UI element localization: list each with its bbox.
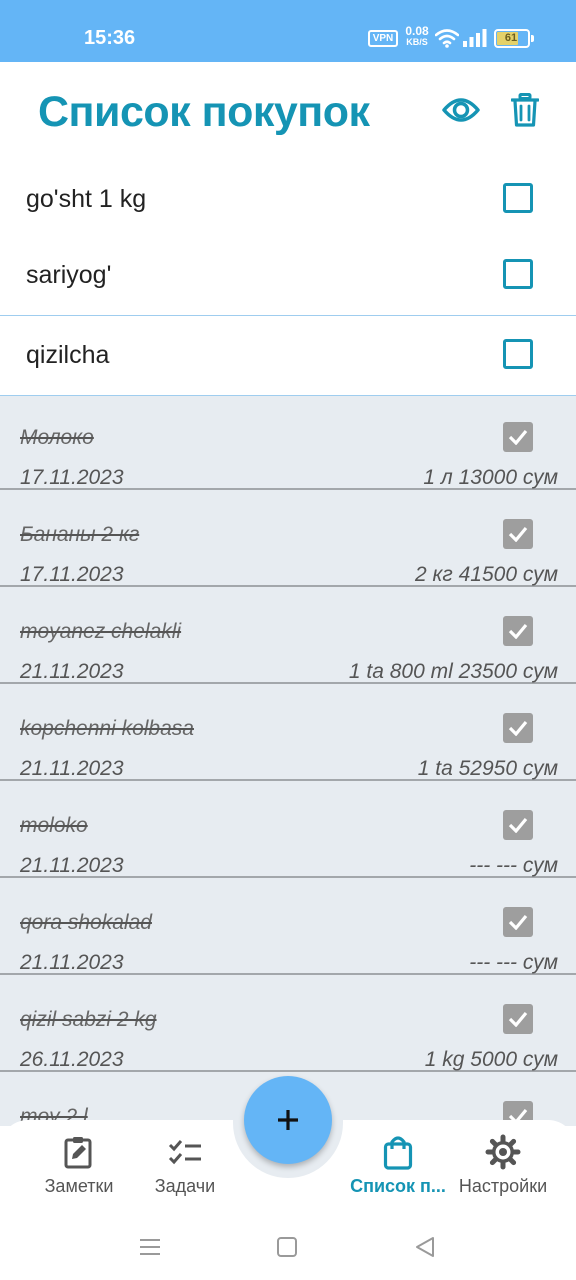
item-date: 21.11.2023 xyxy=(20,951,124,974)
checked-checkbox[interactable] xyxy=(503,422,533,452)
vpn-badge: VPN xyxy=(368,30,398,47)
delete-button[interactable] xyxy=(501,86,549,134)
item-price: 1 ta 800 ml 23500 сум xyxy=(348,660,558,683)
network-speed-value: 0.08 xyxy=(405,24,429,38)
plus-icon xyxy=(278,1110,298,1130)
item-price: --- --- сум xyxy=(469,854,558,877)
status-time: 15:36 xyxy=(84,27,136,49)
item-name: qizilcha xyxy=(26,341,110,369)
item-name: sariyog' xyxy=(26,261,112,289)
nav-settings[interactable]: Настройки xyxy=(443,1134,563,1198)
checklist-icon xyxy=(168,1140,201,1165)
show-hide-button[interactable] xyxy=(437,86,485,134)
item-price: 1 л 13000 сум xyxy=(423,466,558,489)
item-name: Бананы 2 кг xyxy=(20,523,140,546)
check-icon xyxy=(508,1011,528,1027)
network-speed: 0.08 KB/S xyxy=(402,24,432,48)
item-name: Молоко xyxy=(20,426,94,449)
check-icon xyxy=(508,623,528,639)
checked-checkbox[interactable] xyxy=(503,616,533,646)
item-name: moyanez chelakli xyxy=(20,620,182,643)
item-name: qizil sabzi 2 kg xyxy=(20,1008,157,1031)
signal-icon xyxy=(462,28,488,53)
check-icon xyxy=(508,914,528,930)
gear-icon xyxy=(485,1134,521,1170)
system-navigation-bar xyxy=(0,1212,576,1280)
check-icon xyxy=(508,526,528,542)
app-header: Список покупок xyxy=(0,62,576,160)
nav-label: Настройки xyxy=(458,1176,548,1196)
item-price: 1 kg 5000 сум xyxy=(424,1048,558,1071)
menu-icon xyxy=(140,1239,160,1255)
checked-checkbox[interactable] xyxy=(503,810,533,840)
item-price: 1 ta 52950 сум xyxy=(417,757,558,780)
item-price: --- --- сум xyxy=(469,951,558,974)
item-date: 17.11.2023 xyxy=(20,466,124,489)
purchased-item[interactable]: moloko 21.11.2023 --- --- сум xyxy=(0,784,576,878)
nav-label: Заметки xyxy=(44,1176,114,1196)
list-item[interactable]: go'sht 1 kg xyxy=(0,160,576,240)
add-item-button[interactable] xyxy=(244,1076,332,1164)
home-button[interactable] xyxy=(272,1232,302,1262)
nav-label: Задачи xyxy=(154,1176,216,1196)
nav-tasks[interactable]: Задачи xyxy=(125,1134,245,1198)
note-edit-icon xyxy=(64,1137,92,1169)
trash-icon xyxy=(511,93,539,127)
back-triangle-icon xyxy=(416,1237,434,1257)
shopping-bag-icon xyxy=(383,1136,413,1170)
item-date: 21.11.2023 xyxy=(20,854,124,877)
back-button[interactable] xyxy=(410,1232,440,1262)
check-icon xyxy=(508,817,528,833)
purchased-item[interactable]: Молоко 17.11.2023 1 л 13000 сум xyxy=(0,396,576,490)
item-name: kopchenni kolbasa xyxy=(20,717,194,740)
item-checkbox[interactable] xyxy=(503,339,533,369)
list-item[interactable]: sariyog' xyxy=(0,236,576,316)
checked-checkbox[interactable] xyxy=(503,1004,533,1034)
checked-checkbox[interactable] xyxy=(503,519,533,549)
item-price: 2 кг 41500 сум xyxy=(414,563,558,586)
item-date: 17.11.2023 xyxy=(20,563,124,586)
battery-icon: 61 xyxy=(494,29,534,48)
item-date: 26.11.2023 xyxy=(20,1048,124,1071)
checked-checkbox[interactable] xyxy=(503,907,533,937)
nav-shopping-list[interactable]: Список п... xyxy=(338,1134,458,1198)
page-title: Список покупок xyxy=(38,88,370,136)
check-icon xyxy=(508,720,528,736)
nav-label: Список п... xyxy=(350,1176,446,1196)
item-checkbox[interactable] xyxy=(503,259,533,289)
nav-notes[interactable]: Заметки xyxy=(19,1134,139,1198)
purchased-item[interactable]: moyanez chelakli 21.11.2023 1 ta 800 ml … xyxy=(0,590,576,684)
status-bar: 15:36 VPN 0.08 KB/S 61 xyxy=(0,0,576,62)
purchased-item[interactable]: qora shokalad 21.11.2023 --- --- сум xyxy=(0,881,576,975)
item-name: go'sht 1 kg xyxy=(26,185,147,213)
purchased-item[interactable]: qizil sabzi 2 kg 26.11.2023 1 kg 5000 су… xyxy=(0,978,576,1072)
item-name: qora shokalad xyxy=(20,911,152,934)
eye-icon xyxy=(442,98,480,122)
item-date: 21.11.2023 xyxy=(20,660,124,683)
purchased-item[interactable]: kopchenni kolbasa 21.11.2023 1 ta 52950 … xyxy=(0,687,576,781)
wifi-icon xyxy=(434,28,460,53)
check-icon xyxy=(508,429,528,445)
checked-checkbox[interactable] xyxy=(503,713,533,743)
home-square-icon xyxy=(277,1237,297,1257)
item-checkbox[interactable] xyxy=(503,183,533,213)
recents-button[interactable] xyxy=(135,1232,165,1262)
item-date: 21.11.2023 xyxy=(20,757,124,780)
network-speed-unit: KB/S xyxy=(406,37,428,47)
purchased-list[interactable]: Молоко 17.11.2023 1 л 13000 сум Бананы 2… xyxy=(0,396,576,1126)
purchased-item[interactable]: Бананы 2 кг 17.11.2023 2 кг 41500 сум xyxy=(0,493,576,587)
item-name: moloko xyxy=(20,814,88,837)
list-item[interactable]: qizilcha xyxy=(0,316,576,396)
battery-level: 61 xyxy=(504,32,518,44)
